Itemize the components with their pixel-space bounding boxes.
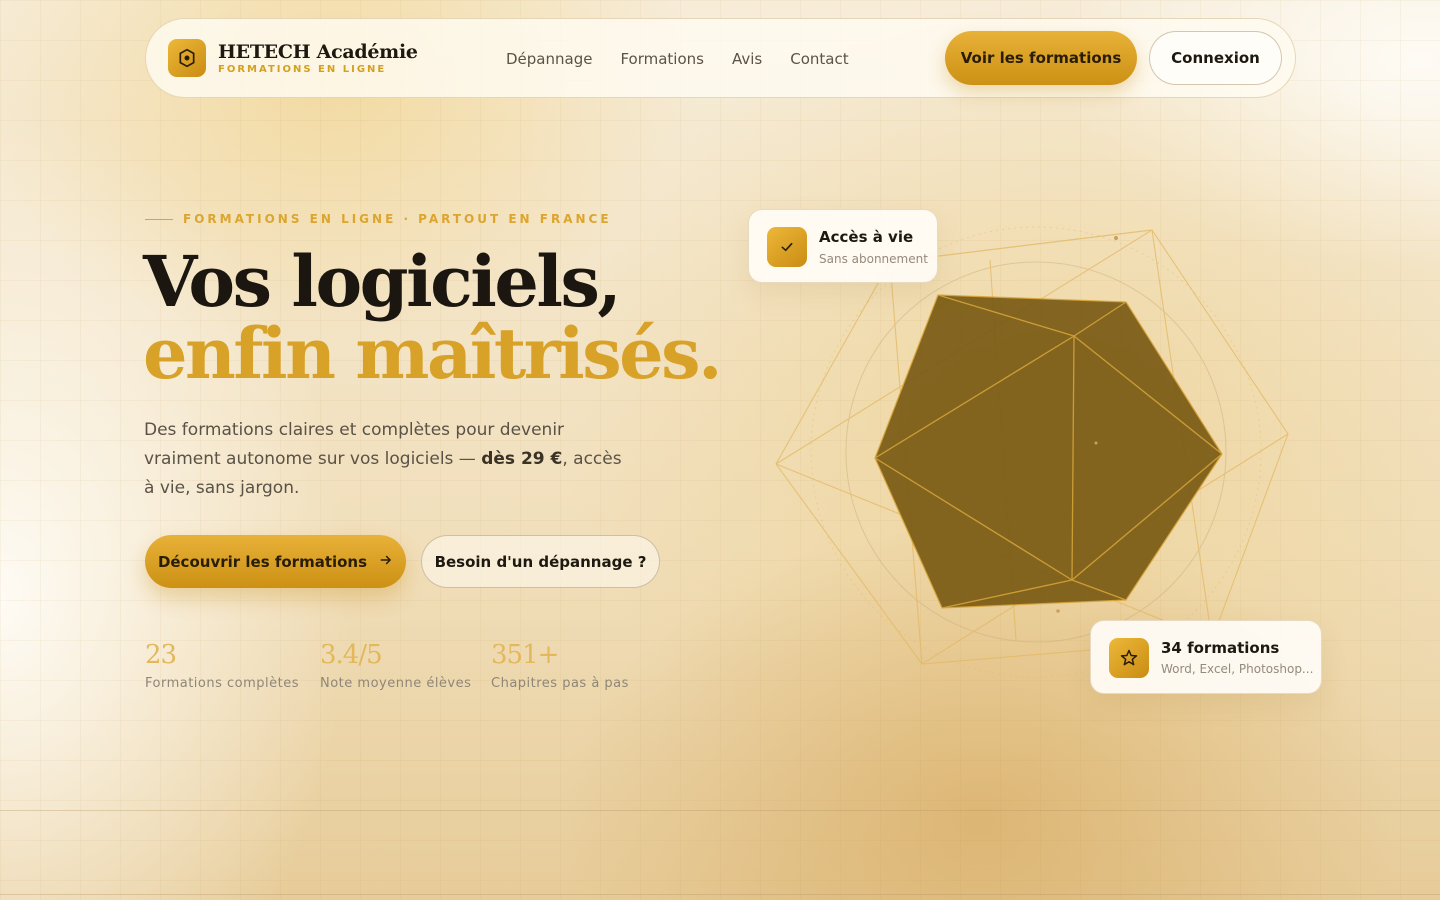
login-button[interactable]: Connexion	[1149, 31, 1282, 85]
access-card-title: Accès à vie	[819, 228, 914, 246]
nav-link-formations[interactable]: Formations	[620, 50, 704, 68]
discover-formations-label: Découvrir les formations	[157, 552, 368, 571]
stat-label: Formations complètes	[145, 676, 300, 691]
formations-card-subtitle: Word, Excel, Photoshop...	[1161, 662, 1314, 676]
eyebrow-text: FORMATIONS EN LIGNE · PARTOUT EN FRANCE	[183, 212, 612, 226]
star-icon	[1109, 638, 1149, 678]
nav-link-depannage[interactable]: Dépannage	[506, 50, 592, 68]
brand-tagline: FORMATIONS EN LIGNE	[218, 64, 387, 75]
nav-links: Dépannage Formations Avis Contact	[506, 50, 849, 68]
arrow-right-icon	[379, 553, 393, 571]
discover-formations-button[interactable]: Découvrir les formations	[145, 535, 406, 588]
stat-formations: 23 Formations complètes	[145, 640, 299, 691]
logo-icon[interactable]	[168, 39, 206, 77]
hero-lead: Des formations claires et complètes pour…	[144, 416, 624, 503]
section-divider	[0, 894, 1440, 895]
stat-rating: 3.4/5 Note moyenne élèves	[320, 640, 471, 691]
stat-label: Chapitres pas à pas	[491, 676, 629, 691]
stat-value: 351+	[491, 640, 559, 670]
stat-value: 23	[145, 640, 177, 670]
stat-label: Note moyenne élèves	[320, 676, 472, 691]
stat-chapters: 351+ Chapitres pas à pas	[491, 640, 629, 691]
polyhedron-illustration	[775, 226, 1289, 678]
brand-name[interactable]: HETECH Académie	[218, 41, 418, 63]
view-formations-button[interactable]: Voir les formations	[945, 31, 1137, 85]
top-navbar: HETECH Académie FORMATIONS EN LIGNE Dépa…	[145, 18, 1296, 98]
nav-link-contact[interactable]: Contact	[790, 50, 848, 68]
stat-value: 3.4/5	[320, 640, 383, 670]
section-divider	[0, 810, 1440, 811]
access-card: Accès à vie Sans abonnement	[748, 209, 938, 283]
eyebrow-line	[145, 218, 173, 220]
hero-title-line1: Vos logiciels,	[143, 240, 622, 323]
nav-link-avis[interactable]: Avis	[732, 50, 762, 68]
lead-price: dès 29 €	[481, 449, 563, 469]
hero-eyebrow: FORMATIONS EN LIGNE · PARTOUT EN FRANCE	[145, 212, 612, 226]
need-repair-button[interactable]: Besoin d'un dépannage ?	[421, 535, 660, 588]
formations-card: 34 formations Word, Excel, Photoshop...	[1090, 620, 1322, 694]
check-icon	[767, 227, 807, 267]
formations-card-title: 34 formations	[1161, 639, 1280, 657]
access-card-subtitle: Sans abonnement	[819, 252, 928, 266]
hero-title-line2: enfin maîtrisés.	[143, 312, 722, 395]
